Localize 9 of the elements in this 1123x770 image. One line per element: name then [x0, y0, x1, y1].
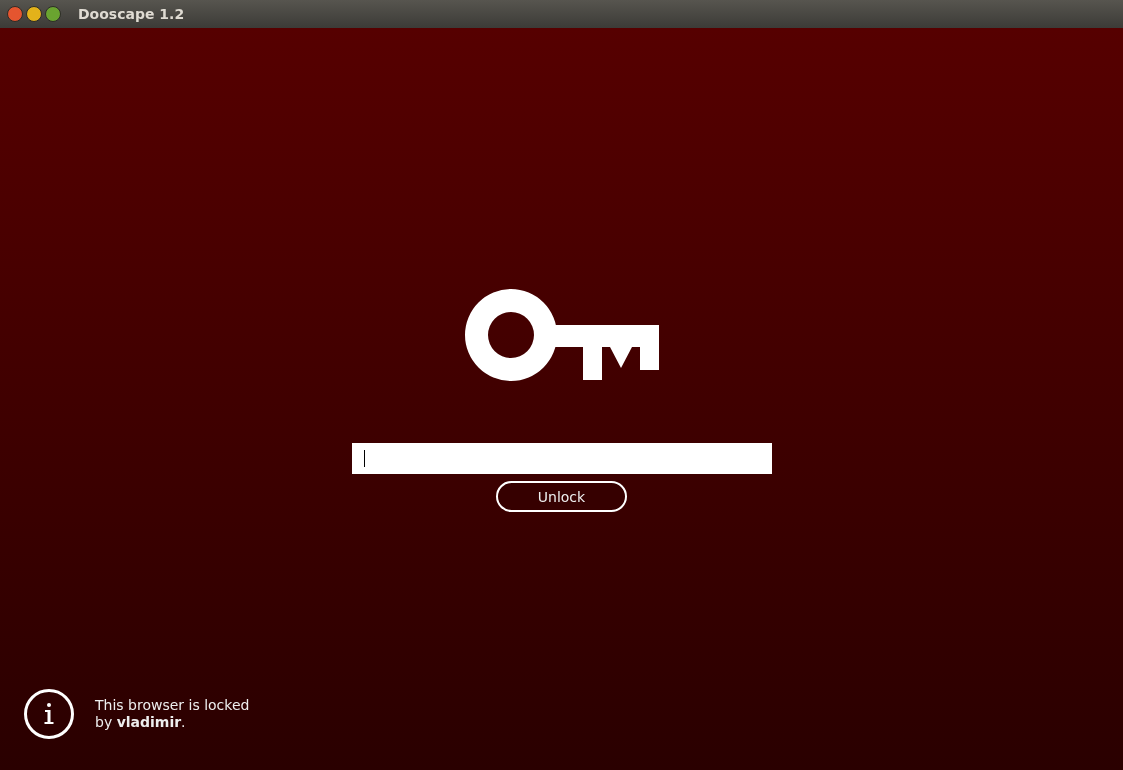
password-field[interactable]	[351, 443, 772, 474]
minimize-button[interactable]	[26, 6, 42, 22]
close-button[interactable]	[7, 6, 23, 22]
lock-notice: This browser is locked by vladimir.	[95, 697, 250, 731]
info-icon	[24, 689, 74, 739]
key-icon	[463, 287, 660, 383]
unlock-button[interactable]: Unlock	[496, 481, 627, 512]
window-title: Dooscape 1.2	[78, 6, 185, 22]
maximize-button[interactable]	[45, 6, 61, 22]
